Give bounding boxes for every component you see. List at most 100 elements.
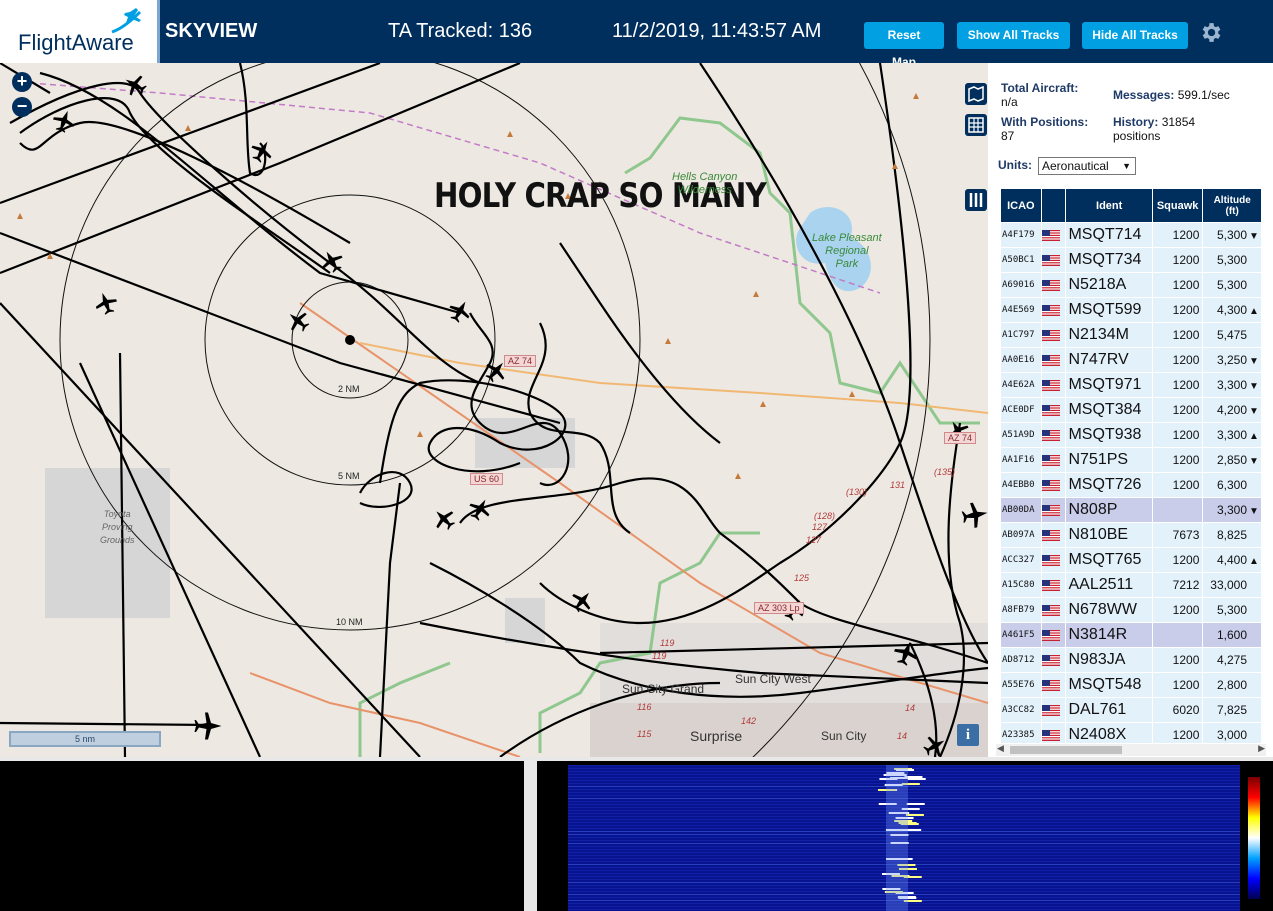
ident-cell: N983JA <box>1066 648 1152 672</box>
squawk-cell: 1200 <box>1152 248 1203 272</box>
us-flag-icon <box>1041 429 1060 441</box>
squawk-cell: 1200 <box>1152 323 1203 347</box>
table-row[interactable]: AB097A N810BE 7673 8,825 <box>1001 523 1261 547</box>
squawk-cell: 1200 <box>1152 448 1203 472</box>
ident-cell: N751PS <box>1066 448 1152 472</box>
icao-cell: AD8712 <box>1001 648 1041 672</box>
altitude-trend-icon: ▼ <box>1249 356 1259 367</box>
column-header-icao[interactable]: ICAO <box>1001 189 1041 222</box>
scroll-right-icon[interactable]: ▶ <box>1258 743 1265 754</box>
table-row[interactable]: A15C80 AAL2511 7212 33,000 <box>1001 573 1261 597</box>
road-number: 142 <box>741 716 757 726</box>
road-number: 119 <box>652 651 667 661</box>
place-hells-canyon: Hells Canyon Wilderness <box>672 171 738 196</box>
squawk-cell <box>1152 498 1203 522</box>
table-row[interactable]: ACE0DF MSQT384 1200 4,200 ▼ <box>1001 398 1261 422</box>
altitude-value: 7,825 <box>1216 703 1247 717</box>
table-row[interactable]: A8FB79 N678WW 1200 5,300 <box>1001 598 1261 622</box>
table-row[interactable]: A50BC1 MSQT734 1200 5,300 <box>1001 248 1261 272</box>
icao-cell: A4F179 <box>1001 223 1041 247</box>
icao-cell: A4EBB0 <box>1001 473 1041 497</box>
grid-toggle-icon[interactable] <box>965 114 987 136</box>
altitude-value: 2,800 <box>1216 678 1247 692</box>
flightaware-logo[interactable]: FlightAware <box>0 0 160 63</box>
icao-cell: AA0E16 <box>1001 348 1041 372</box>
map-info-button[interactable]: i <box>957 724 979 746</box>
altitude-value: 2,850 <box>1216 453 1247 467</box>
history-unit: positions <box>1113 129 1161 143</box>
flag-cell <box>1041 273 1066 297</box>
aircraft-icon <box>436 511 456 531</box>
column-header-ident[interactable]: Ident <box>1066 189 1152 222</box>
column-header-squawk[interactable]: Squawk <box>1152 189 1203 222</box>
settings-gear-icon[interactable] <box>1198 20 1223 45</box>
table-row[interactable]: A23385 N2408X 1200 3,000 <box>1001 723 1261 743</box>
table-row[interactable]: AB00DA N808P 3,300 ▼ <box>1001 498 1261 522</box>
units-label: Units: <box>998 158 1032 172</box>
altitude-cell: 4,400 ▲ <box>1203 548 1261 572</box>
squawk-cell: 1200 <box>1152 398 1203 422</box>
table-row[interactable]: AA1F16 N751PS 1200 2,850 ▼ <box>1001 448 1261 472</box>
zoom-in-button[interactable]: + <box>12 72 32 92</box>
flag-cell <box>1041 398 1066 422</box>
altitude-cell: 5,300 <box>1203 273 1261 297</box>
horizontal-scrollbar[interactable]: ◀ ▶ <box>996 743 1266 756</box>
table-row[interactable]: A4EBB0 MSQT726 1200 6,300 <box>1001 473 1261 497</box>
altitude-value: 3,300 <box>1216 378 1247 392</box>
altitude-cell: 3,000 <box>1203 723 1261 743</box>
table-row[interactable]: A69016 N5218A 1200 5,300 <box>1001 273 1261 297</box>
spectrum-waterfall <box>568 765 1240 911</box>
hide-all-tracks-button[interactable]: Hide All Tracks <box>1082 22 1188 49</box>
table-row[interactable]: ACC327 MSQT765 1200 4,400 ▲ <box>1001 548 1261 572</box>
table-row[interactable]: AA0E16 N747RV 1200 3,250 ▼ <box>1001 348 1261 372</box>
messages-stat: Messages: 599.1/sec <box>1113 88 1230 102</box>
altitude-cell: 5,300 <box>1203 248 1261 272</box>
place-toyota-proving-grounds: Toyota Proving Grounds <box>100 509 135 545</box>
us-flag-icon <box>1041 579 1060 591</box>
map-layers-icon[interactable] <box>965 83 987 105</box>
table-row[interactable]: A4E62A MSQT971 1200 3,300 ▼ <box>1001 373 1261 397</box>
zoom-out-button[interactable]: − <box>12 97 32 117</box>
reset-map-button[interactable]: Reset Map <box>864 22 944 69</box>
altitude-value: 4,400 <box>1216 553 1247 567</box>
app-title: SKYVIEW <box>165 20 258 42</box>
aircraft-icon <box>194 712 222 740</box>
altitude-cell: 6,300 <box>1203 473 1261 497</box>
column-toggle-icon[interactable] <box>965 189 987 211</box>
icao-cell: ACC327 <box>1001 548 1041 572</box>
scroll-left-icon[interactable]: ◀ <box>997 743 1004 754</box>
us-flag-icon <box>1041 404 1060 416</box>
aircraft-table-container[interactable]: ICAO Ident Squawk Altitude (ft) A4F179 MSQ… <box>1000 188 1262 743</box>
altitude-value: 3,250 <box>1216 353 1247 367</box>
flag-cell <box>1041 248 1066 272</box>
aircraft-icon <box>125 75 147 96</box>
icao-cell: A55E76 <box>1001 673 1041 697</box>
table-row[interactable]: A51A9D MSQT938 1200 3,300 ▲ <box>1001 423 1261 447</box>
scrollbar-thumb[interactable] <box>1010 746 1122 754</box>
flag-cell <box>1041 598 1066 622</box>
altitude-value: 3,000 <box>1216 728 1247 742</box>
column-header-altitude[interactable]: Altitude (ft) <box>1203 189 1261 222</box>
map-view[interactable]: + − HOLY CRAP SO MANY Hells Canyon Wilder… <box>0 63 988 757</box>
table-row[interactable]: AD8712 N983JA 1200 4,275 <box>1001 648 1261 672</box>
table-row[interactable]: A55E76 MSQT548 1200 2,800 <box>1001 673 1261 697</box>
table-row[interactable]: A3CC82 DAL761 6020 7,825 <box>1001 698 1261 722</box>
altitude-value: 5,300 <box>1216 278 1247 292</box>
altitude-cell: 4,200 ▼ <box>1203 398 1261 422</box>
ident-cell: MSQT599 <box>1066 298 1152 322</box>
units-dropdown[interactable]: Aeronautical ▼ <box>1038 157 1136 175</box>
show-all-tracks-button[interactable]: Show All Tracks <box>957 22 1070 49</box>
ident-cell: MSQT734 <box>1066 248 1152 272</box>
map-canvas[interactable] <box>0 63 988 757</box>
highway-az74 <box>359 342 988 414</box>
ident-cell: MSQT548 <box>1066 673 1152 697</box>
aircraft-icon <box>961 502 988 528</box>
table-row[interactable]: A1C797 N2134M 1200 5,475 <box>1001 323 1261 347</box>
table-row[interactable]: A4E569 MSQT599 1200 4,300 ▲ <box>1001 298 1261 322</box>
ident-cell: MSQT971 <box>1066 373 1152 397</box>
table-row[interactable]: A461F5 N3814R 1,600 <box>1001 623 1261 647</box>
squawk-cell: 1200 <box>1152 298 1203 322</box>
ident-cell: AAL2511 <box>1066 573 1152 597</box>
table-row[interactable]: A4F179 MSQT714 1200 5,300 ▼ <box>1001 223 1261 247</box>
column-header-flag[interactable] <box>1041 189 1066 222</box>
